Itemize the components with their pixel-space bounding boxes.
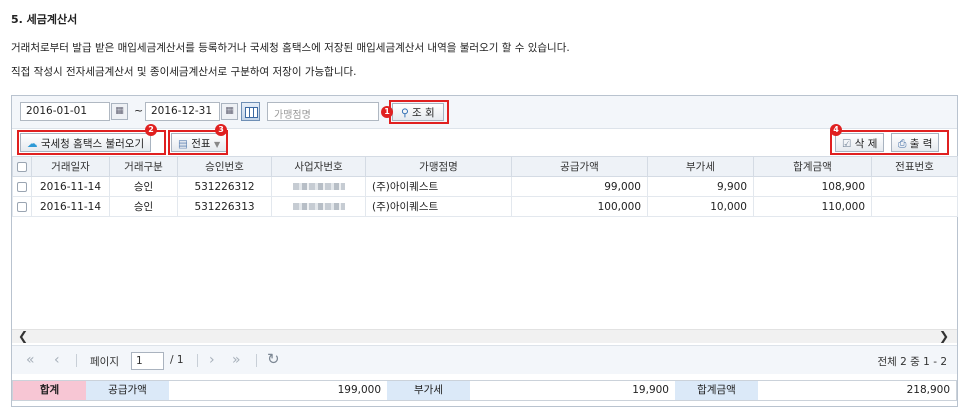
pager-divider	[256, 354, 257, 367]
column-header[interactable]: 승인번호	[177, 156, 272, 177]
cell-voucher	[871, 176, 958, 197]
table-row[interactable]: 2016-11-14 승인 531226312 (주)아이퀘스트 99,000 …	[12, 176, 958, 197]
highlight-box-1	[389, 100, 449, 124]
scroll-right-icon[interactable]: ❯	[939, 329, 949, 343]
horizontal-scrollbar[interactable]: ❮ ❯	[12, 329, 957, 343]
tax-invoice-panel: 2016-01-01 ▦ ~ 2016-12-31 ▦ 가맹점명 ⚲ 조 회 1…	[11, 95, 958, 407]
cell-business-number-masked	[271, 176, 366, 197]
cell-supply: 100,000	[511, 196, 648, 217]
pager-divider	[197, 354, 198, 367]
cell-date: 2016-11-14	[31, 176, 110, 197]
grand-total-label: 합계금액	[675, 381, 758, 400]
scroll-left-icon[interactable]: ❮	[18, 329, 28, 343]
grid-toolbar: ☁ 국세청 홈택스 불러오기 2 ▤ 전표 ▼ 3 ☑ 삭 제 ⎙ 출 력 4	[12, 124, 957, 155]
cell-total: 110,000	[753, 196, 872, 217]
cell-approval: 531226312	[177, 176, 272, 197]
first-page-icon[interactable]: «	[26, 352, 35, 368]
highlight-box-2	[17, 130, 166, 155]
cell-approval: 531226313	[177, 196, 272, 217]
pagination-bar: « ‹ 페이지 1 / 1 › » ↻ 전체 2 중 1 - 2	[12, 345, 957, 374]
calendar-icon[interactable]: ▦	[111, 103, 128, 120]
cell-vat: 10,000	[647, 196, 754, 217]
cell-business-number-masked	[271, 196, 366, 217]
next-page-icon[interactable]: ›	[209, 352, 215, 368]
row-checkbox[interactable]	[12, 196, 32, 217]
column-header[interactable]: 사업자번호	[271, 156, 366, 177]
highlight-box-4	[830, 130, 949, 155]
supply-total-value: 199,000	[337, 384, 381, 396]
badge-2: 2	[145, 124, 157, 136]
vat-total-label: 부가세	[387, 381, 470, 400]
cell-store: (주)아이퀘스트	[365, 196, 512, 217]
page-label: 페이지	[90, 356, 119, 368]
cell-type: 승인	[109, 176, 178, 197]
column-header[interactable]: 거래구분	[109, 156, 178, 177]
column-header[interactable]: 전표번호	[871, 156, 958, 177]
column-header[interactable]: 거래일자	[31, 156, 110, 177]
badge-1: 1	[381, 106, 393, 118]
column-header[interactable]: 공급가액	[511, 156, 648, 177]
doc-line-1: 거래처로부터 발급 받은 매입세금계산서를 등록하거나 국세청 홈택스에 저장된…	[11, 42, 570, 54]
cell-supply: 99,000	[511, 176, 648, 197]
cell-vat: 9,900	[647, 176, 754, 197]
totals-label: 합계	[13, 381, 86, 400]
column-header[interactable]: 합계금액	[753, 156, 872, 177]
grid-view-icon[interactable]	[241, 102, 260, 121]
supply-total-label: 공급가액	[86, 381, 169, 400]
cell-date: 2016-11-14	[31, 196, 110, 217]
cell-total: 108,900	[753, 176, 872, 197]
store-name-input[interactable]: 가맹점명	[267, 102, 379, 121]
cell-type: 승인	[109, 196, 178, 217]
last-page-icon[interactable]: »	[232, 352, 241, 368]
page-total: / 1	[170, 354, 184, 366]
refresh-icon[interactable]: ↻	[267, 350, 280, 368]
paging-summary: 전체 2 중 1 - 2	[877, 356, 948, 368]
table-row[interactable]: 2016-11-14 승인 531226313 (주)아이퀘스트 100,000…	[12, 196, 958, 217]
pager-divider	[76, 354, 77, 367]
calendar-icon[interactable]: ▦	[221, 103, 238, 120]
doc-title: 5. 세금계산서	[11, 13, 78, 26]
invoice-table: 거래일자 거래구분 승인번호 사업자번호 가맹점명 공급가액 부가세 합계금액 …	[12, 156, 958, 217]
prev-page-icon[interactable]: ‹	[54, 352, 60, 368]
badge-4: 4	[830, 124, 842, 136]
page-number-input[interactable]: 1	[131, 352, 164, 370]
column-header[interactable]: 부가세	[647, 156, 754, 177]
cell-store: (주)아이퀘스트	[365, 176, 512, 197]
totals-row: 합계 공급가액 199,000 부가세 19,900 합계금액 218,900	[12, 380, 957, 401]
column-header[interactable]: 가맹점명	[365, 156, 512, 177]
grand-total-value: 218,900	[906, 384, 950, 396]
date-from-input[interactable]: 2016-01-01	[20, 102, 110, 121]
date-to-input[interactable]: 2016-12-31	[145, 102, 220, 121]
badge-3: 3	[215, 124, 227, 136]
cell-voucher	[871, 196, 958, 217]
row-checkbox[interactable]	[12, 176, 32, 197]
date-range-separator: ~	[134, 104, 144, 117]
select-all-checkbox[interactable]	[12, 156, 32, 177]
vat-total-value: 19,900	[632, 384, 669, 396]
table-header-row: 거래일자 거래구분 승인번호 사업자번호 가맹점명 공급가액 부가세 합계금액 …	[12, 156, 958, 177]
doc-line-2: 직접 작성시 전자세금계산서 및 종이세금계산서로 구분하여 저장이 가능합니다…	[11, 66, 357, 78]
